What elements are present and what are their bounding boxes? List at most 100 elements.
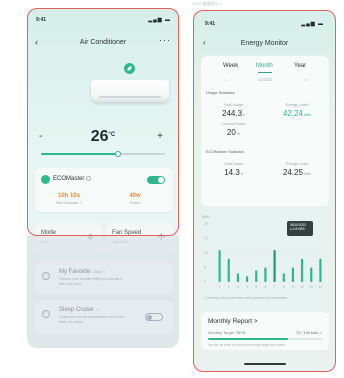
stat-label: Energy Used [286,162,308,166]
next-month-button[interactable]: > [305,77,307,82]
status-time: 9:41 [205,21,216,27]
chart-tooltip: 06/10/2023 ● 4.8 kWh [287,221,313,236]
x-tick-label: 11 [310,285,314,289]
tab-underline [258,72,272,73]
total-hours-stat: Total Hours 14.3h [211,162,256,177]
eco-stat-label: Power [130,201,140,205]
current-power-stat: Current Power 20W [211,122,256,137]
usage-section-title: Usage Statistics [206,90,235,95]
y-tick-label: 10 [204,251,208,255]
energy-header: ‹ Energy Monitor [194,38,335,51]
air-conditioner-illustration [91,80,169,102]
eco-stat-time: 10h 10s Time Estimate ⓘ [45,193,93,206]
temperature-control: - 26°C + [27,128,179,148]
info-icon[interactable] [86,176,91,181]
x-tick-label: 7 [274,285,276,289]
chart-bar [310,267,313,282]
ecomaster-card: ECOMaster 10h 10s Time Estimate ⓘ 40w Po… [35,168,173,212]
sleep-cruise-badge: ⓘ [96,308,100,312]
temperature-slider[interactable] [41,151,165,157]
tooltip-value: ● 4.8 kWh [290,227,305,232]
x-tick-label: 5 [255,285,257,289]
leaf-icon [124,63,135,74]
chart-bar [245,276,249,282]
chart-footnote: * Counting only hours when unit is power… [203,296,288,300]
battery-icon: ▬ [165,17,171,23]
increase-temp-button[interactable]: + [157,131,163,142]
target-progress-bar [208,338,322,340]
y-tick-label: 5 [204,266,206,270]
energy-used-stat: Energy Used 42.24kWh [271,103,323,118]
energy-monitor-screen: 9:41 ▂▄▆ ▬ ‹ Energy Monitor Week Month Y… [193,10,336,372]
period-tabs: Week Month Year [201,63,329,73]
chart-bar [255,270,258,282]
home-indicator [244,363,286,365]
total-usage-stat: Total Usage 244.3h [211,103,256,118]
stat-value: 42.24kWh [271,109,323,118]
chart-bar [319,258,322,282]
y-tick-label: 20 [204,222,208,226]
sleep-cruise-label: Sleep Cruise [59,307,94,313]
stat-value: 20W [211,128,256,137]
eco-leaf-icon [41,175,50,184]
air-conditioner-screen: 9:41 ▂▄▆ ▬ ‹ Air Conditioner ··· - 26°C … [27,8,179,348]
my-favorite-badge: Daily ⓘ [93,270,106,274]
moon-icon: ☾ [42,310,50,318]
stat-label: Total Hours [223,162,244,166]
status-bar: 9:41 ▂▄▆ ▬ [33,17,173,25]
energy-bar-chart: kWh 20 15 10 5 0 1 2 3 4 5 6 7 8 9 10 11 12 06/10/2023 ● … [201,210,329,294]
ac-header: ‹ Air Conditioner ··· [27,35,179,50]
tab-week[interactable]: Week [223,63,238,69]
date-value[interactable]: 12/2023 [201,77,329,82]
slider-fill [41,153,118,155]
chart-bar [273,250,276,282]
ecomaster-label: ECOMaster [53,176,85,182]
y-tick-label: 0 [204,280,206,284]
sleep-cruise-toggle[interactable] [145,313,163,321]
heart-icon: ♡ [42,272,50,280]
date-selector: < 12/2023 > [201,77,329,83]
tab-month[interactable]: Month [256,63,273,69]
x-tick-label: 10 [300,285,304,289]
x-tick-label: 6 [265,285,267,289]
stat-unit: h [243,113,245,117]
target-detail-link[interactable]: 70 / 100 kwh > [296,330,322,335]
my-favorite-card[interactable]: ♡ My Favorite Daily ⓘ Choose your favorit… [35,262,173,294]
chart-bar [218,250,221,282]
sleep-cruise-desc: Customize the set temperature for 8 hour… [59,315,125,324]
report-chevron-icon[interactable]: > [254,318,258,325]
stat-number: 20 [226,128,236,137]
monthly-report-card[interactable]: Monthly Report > Monthly Target 70 % 70 /… [201,312,329,350]
x-tick-label: 3 [237,285,239,289]
page-title: Energy Monitor [240,40,289,47]
chart-bar [291,267,295,282]
sleep-cruise-card[interactable]: ☾ Sleep Cruise ⓘ Customize the set temper… [35,300,173,334]
stat-value: 14.3h [211,168,256,177]
target-progress-fill [208,338,288,340]
y-tick-label: 15 [204,237,208,241]
my-favorite-title: My Favorite Daily ⓘ [59,269,106,275]
x-tick-label: 4 [246,285,248,289]
my-favorite-desc: Choose your favorite setting to activate… [59,277,123,286]
eco-stat-value: 40w [129,193,141,199]
chart-bar [282,273,285,282]
more-options-icon[interactable]: ··· [159,35,171,45]
disabled-overlay: ♡ My Favorite Daily ⓘ Choose your favorit… [27,236,179,348]
slider-thumb[interactable] [114,151,121,157]
report-title: Monthly Report > [208,318,258,325]
stat-number: 14.3 [224,168,240,177]
status-time: 9:41 [36,17,47,23]
target-percent: 70 % [236,330,246,335]
ecomaster-toggle[interactable] [147,176,165,184]
y-axis-label: kWh [202,215,209,219]
x-tick-label: 8 [283,285,285,289]
stat-unit: W [236,132,241,136]
tab-year[interactable]: Year [294,63,306,69]
status-icons: ▂▄▆ ▬ [301,21,324,27]
stat-unit: kWh [304,113,312,117]
eco-stat-value: 10h 10s [57,193,81,199]
report-title-text: Monthly Report [208,318,253,325]
x-tick-label: 2 [228,285,230,289]
report-note: You are on track to meet your energy tar… [208,343,285,347]
stat-number: 244.3 [222,109,243,118]
